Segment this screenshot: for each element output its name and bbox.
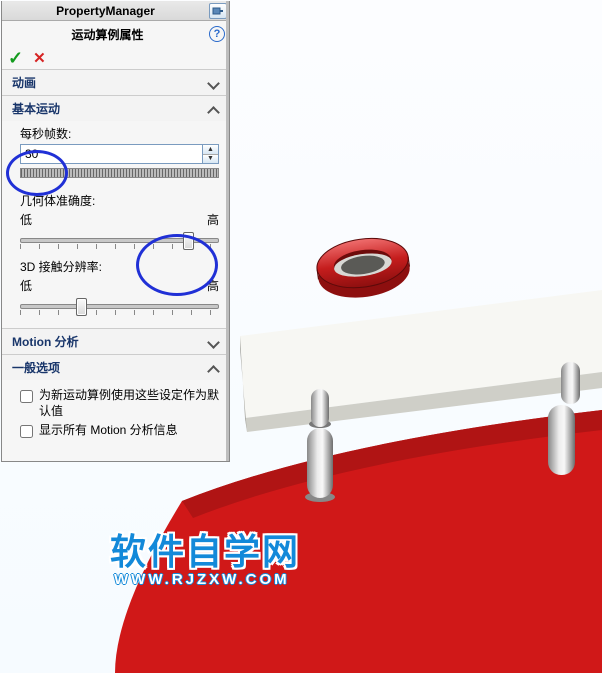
chevron-up-icon bbox=[207, 361, 221, 375]
chevron-down-icon bbox=[207, 335, 221, 349]
geometry-accuracy-slider[interactable] bbox=[20, 230, 219, 252]
property-manager-panel: PropertyManager 运动算例属性 ? ✓ ✕ 动画 基本运动 每秒帧… bbox=[1, 1, 230, 462]
contact-resolution-slider[interactable] bbox=[20, 296, 219, 318]
watermark-url: WWW.RJZXW.COM bbox=[114, 571, 300, 588]
help-icon[interactable]: ? bbox=[209, 26, 225, 42]
panel-title: PropertyManager bbox=[2, 4, 209, 18]
watermark-text: 软件自学网 bbox=[110, 523, 300, 575]
panel-resize-handle[interactable] bbox=[226, 1, 229, 461]
slider-low-label: 低 bbox=[20, 211, 32, 228]
contact-resolution-label: 3D 接触分辨率: bbox=[20, 258, 219, 275]
pin-icon[interactable] bbox=[209, 3, 227, 19]
fps-label: 每秒帧数: bbox=[20, 125, 219, 142]
panel-subtitle: 运动算例属性 bbox=[6, 26, 209, 43]
chevron-down-icon bbox=[207, 76, 221, 90]
default-settings-label: 为新运动算例使用这些设定作为默认值 bbox=[39, 388, 219, 419]
slider-low-label: 低 bbox=[20, 277, 32, 294]
section-basic-motion[interactable]: 基本运动 bbox=[2, 95, 229, 121]
show-motion-info-label: 显示所有 Motion 分析信息 bbox=[39, 423, 219, 439]
cancel-button[interactable]: ✕ bbox=[33, 49, 46, 67]
section-motion-analysis[interactable]: Motion 分析 bbox=[2, 328, 229, 354]
chevron-up-icon bbox=[207, 102, 221, 116]
fps-ruler[interactable] bbox=[20, 168, 219, 178]
ok-button[interactable]: ✓ bbox=[8, 48, 23, 69]
slider-high-label: 高 bbox=[207, 211, 219, 228]
section-general-options[interactable]: 一般选项 bbox=[2, 354, 229, 380]
slider-high-label: 高 bbox=[207, 277, 219, 294]
section-animation[interactable]: 动画 bbox=[2, 69, 229, 95]
fps-input[interactable] bbox=[20, 144, 203, 164]
default-settings-checkbox[interactable] bbox=[20, 390, 33, 403]
spinner-up[interactable]: ▲ bbox=[203, 145, 218, 155]
geometry-accuracy-label: 几何体准确度: bbox=[20, 192, 219, 209]
spinner-down[interactable]: ▼ bbox=[203, 155, 218, 164]
show-motion-info-checkbox[interactable] bbox=[20, 425, 33, 438]
